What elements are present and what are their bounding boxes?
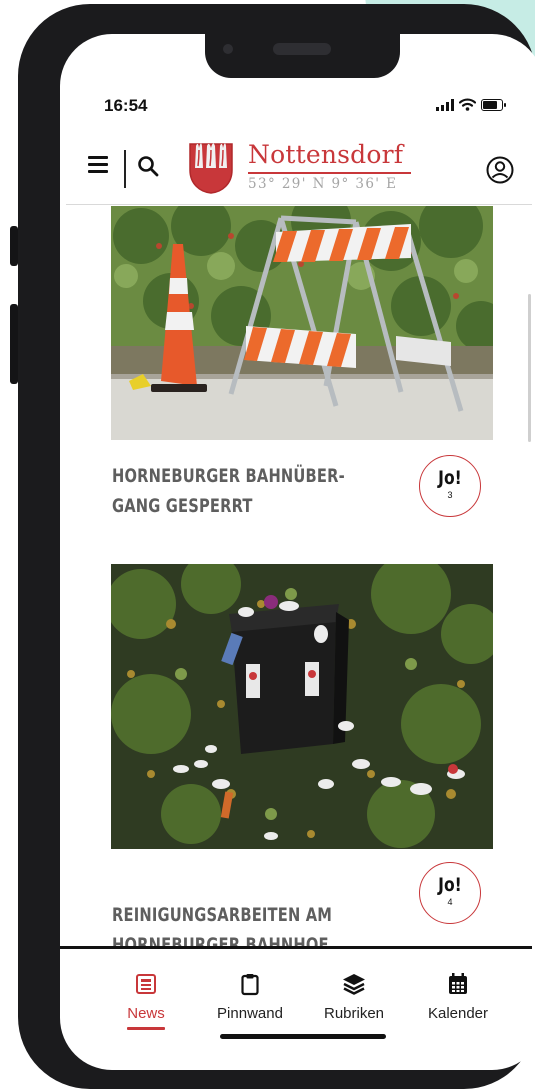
nav-item-rubriken[interactable]: Rubriken bbox=[304, 972, 404, 1022]
status-icons bbox=[436, 98, 506, 111]
camera bbox=[223, 44, 233, 54]
mute-switch bbox=[10, 226, 18, 266]
bottom-nav-divider bbox=[60, 946, 532, 949]
nav-item-kalender[interactable]: Kalender bbox=[408, 972, 508, 1022]
menu-icon[interactable] bbox=[88, 156, 108, 173]
header-divider bbox=[124, 150, 126, 188]
calendar-icon bbox=[449, 973, 467, 994]
nav-label: News bbox=[127, 1005, 165, 1022]
article-image-barrier[interactable] bbox=[111, 206, 493, 440]
app-header: Nottensdorf 53° 29' N 9° 36' E bbox=[60, 134, 535, 204]
jo-like-button[interactable]: Jo! 4 bbox=[419, 862, 481, 924]
nav-label: Pinnwand bbox=[217, 1005, 283, 1022]
jo-count: 3 bbox=[447, 490, 453, 500]
jo-like-button[interactable]: Jo! 3 bbox=[419, 455, 481, 517]
status-time: 16:54 bbox=[104, 96, 148, 115]
header-divider-line bbox=[66, 204, 532, 205]
nav-label: Rubriken bbox=[323, 1005, 385, 1022]
article-title[interactable]: HORNEBURGER BAHNÜBER- GANG GESPERRT bbox=[112, 461, 387, 521]
clipboard-icon bbox=[241, 974, 259, 996]
barrier-photo bbox=[111, 206, 493, 440]
article-title-line: HORNEBURGER BAHNHOF bbox=[112, 934, 329, 946]
nav-active-indicator bbox=[127, 1027, 165, 1030]
bottom-navigation: News Pinnwand Rubriken Kalender bbox=[60, 954, 535, 1044]
jo-count: 4 bbox=[447, 897, 453, 907]
app-screen: 16:54 Nottensdorf 53° 29' N 9° 36' E HOR… bbox=[60, 34, 535, 1070]
brand-name: Nottensdorf bbox=[248, 140, 404, 169]
feed-scrollbar[interactable] bbox=[528, 294, 531, 442]
layers-icon bbox=[343, 974, 365, 995]
jo-label: Jo! bbox=[438, 874, 462, 896]
home-indicator[interactable] bbox=[220, 1034, 386, 1039]
nav-label: Kalender bbox=[427, 1005, 489, 1022]
brand-logo[interactable]: Nottensdorf 53° 29' N 9° 36' E bbox=[188, 138, 418, 200]
article-title-line: HORNEBURGER BAHNÜBER- bbox=[112, 465, 345, 487]
article-title-line: REINIGUNGSARBEITEN AM bbox=[112, 904, 333, 926]
speaker bbox=[273, 43, 331, 55]
battery-icon bbox=[481, 99, 506, 111]
trashcan-photo bbox=[111, 564, 493, 849]
search-icon[interactable] bbox=[136, 154, 160, 178]
brand-rule bbox=[248, 172, 411, 174]
wifi-icon bbox=[459, 98, 476, 111]
article-title[interactable]: REINIGUNGSARBEITEN AM HORNEBURGER BAHNHO… bbox=[112, 900, 387, 946]
notch bbox=[205, 34, 400, 78]
newspaper-icon bbox=[136, 974, 156, 994]
profile-icon[interactable] bbox=[486, 156, 514, 184]
article-title-line: GANG GESPERRT bbox=[112, 495, 253, 517]
news-feed[interactable]: HORNEBURGER BAHNÜBER- GANG GESPERRT Jo! … bbox=[60, 206, 535, 946]
article-image-trashcan[interactable] bbox=[111, 564, 493, 849]
crest-icon bbox=[189, 143, 233, 194]
nav-item-pinnwand[interactable]: Pinnwand bbox=[200, 972, 300, 1022]
signal-icon bbox=[436, 99, 454, 111]
phone-frame: 16:54 Nottensdorf 53° 29' N 9° 36' E HOR… bbox=[10, 4, 535, 1089]
volume-button bbox=[10, 304, 18, 384]
brand-coordinates: 53° 29' N 9° 36' E bbox=[248, 176, 398, 192]
jo-label: Jo! bbox=[438, 467, 462, 489]
nav-item-news[interactable]: News bbox=[96, 972, 196, 1030]
